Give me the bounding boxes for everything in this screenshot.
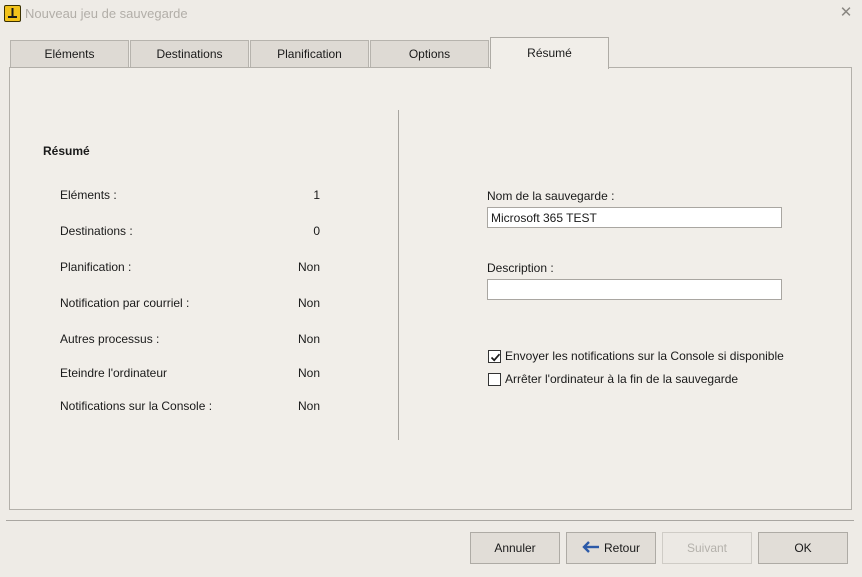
- arrow-left-icon: [582, 534, 600, 564]
- back-button-label: Retour: [603, 541, 641, 555]
- cancel-button[interactable]: Annuler: [470, 532, 560, 564]
- summary-value-shutdown: Non: [297, 366, 320, 380]
- summary-label-destinations: Destinations :: [60, 224, 133, 238]
- next-button[interactable]: Suivant: [662, 532, 752, 564]
- summary-value-console-notifications: Non: [297, 399, 320, 413]
- close-icon[interactable]: ✕: [836, 3, 856, 23]
- shutdown-checkbox[interactable]: [488, 372, 501, 386]
- summary-label-shutdown: Eteindre l'ordinateur: [60, 366, 168, 380]
- tab-elements[interactable]: Eléments: [10, 40, 129, 68]
- summary-value-other-processes: Non: [297, 332, 320, 346]
- backup-name-input[interactable]: [487, 207, 782, 228]
- checkmark-icon: [490, 353, 501, 361]
- description-input[interactable]: [487, 279, 782, 300]
- window-title: Nouveau jeu de sauvegarde: [25, 6, 188, 21]
- app-logo-icon: [4, 5, 21, 22]
- summary-label-elements: Eléments :: [60, 188, 117, 202]
- console-notifications-checkbox-row[interactable]: Envoyer les notifications sur la Console…: [488, 348, 784, 364]
- ok-button[interactable]: OK: [758, 532, 848, 564]
- console-notifications-checkbox[interactable]: [488, 349, 501, 363]
- backup-name-label: Nom de la sauvegarde :: [487, 189, 615, 203]
- footer-divider: [6, 520, 854, 521]
- title-bar: Nouveau jeu de sauvegarde ✕: [0, 0, 862, 27]
- shutdown-checkbox-label: Arrêter l'ordinateur à la fin de la sauv…: [505, 372, 739, 386]
- summary-value-elements: 1: [313, 188, 320, 202]
- summary-label-planification: Planification :: [60, 260, 132, 274]
- summary-label-console-notifications: Notifications sur la Console :: [60, 399, 213, 413]
- summary-label-other-processes: Autres processus :: [60, 332, 160, 346]
- summary-panel: Résumé Eléments : 1 Destinations : 0 Pla…: [9, 67, 852, 510]
- summary-title: Résumé: [43, 144, 90, 158]
- tab-destinations[interactable]: Destinations: [130, 40, 249, 68]
- back-button[interactable]: Retour: [566, 532, 656, 564]
- summary-value-planification: Non: [297, 260, 320, 274]
- tab-resume[interactable]: Résumé: [490, 37, 609, 69]
- summary-value-destinations: 0: [313, 224, 320, 238]
- vertical-divider: [398, 110, 399, 440]
- tab-planification[interactable]: Planification: [250, 40, 369, 68]
- summary-label-email-notification: Notification par courriel :: [60, 296, 190, 310]
- console-notifications-checkbox-label: Envoyer les notifications sur la Console…: [505, 349, 784, 363]
- tab-options[interactable]: Options: [370, 40, 489, 68]
- summary-value-email-notification: Non: [297, 296, 320, 310]
- description-label: Description :: [487, 261, 554, 275]
- shutdown-checkbox-row[interactable]: Arrêter l'ordinateur à la fin de la sauv…: [488, 371, 738, 387]
